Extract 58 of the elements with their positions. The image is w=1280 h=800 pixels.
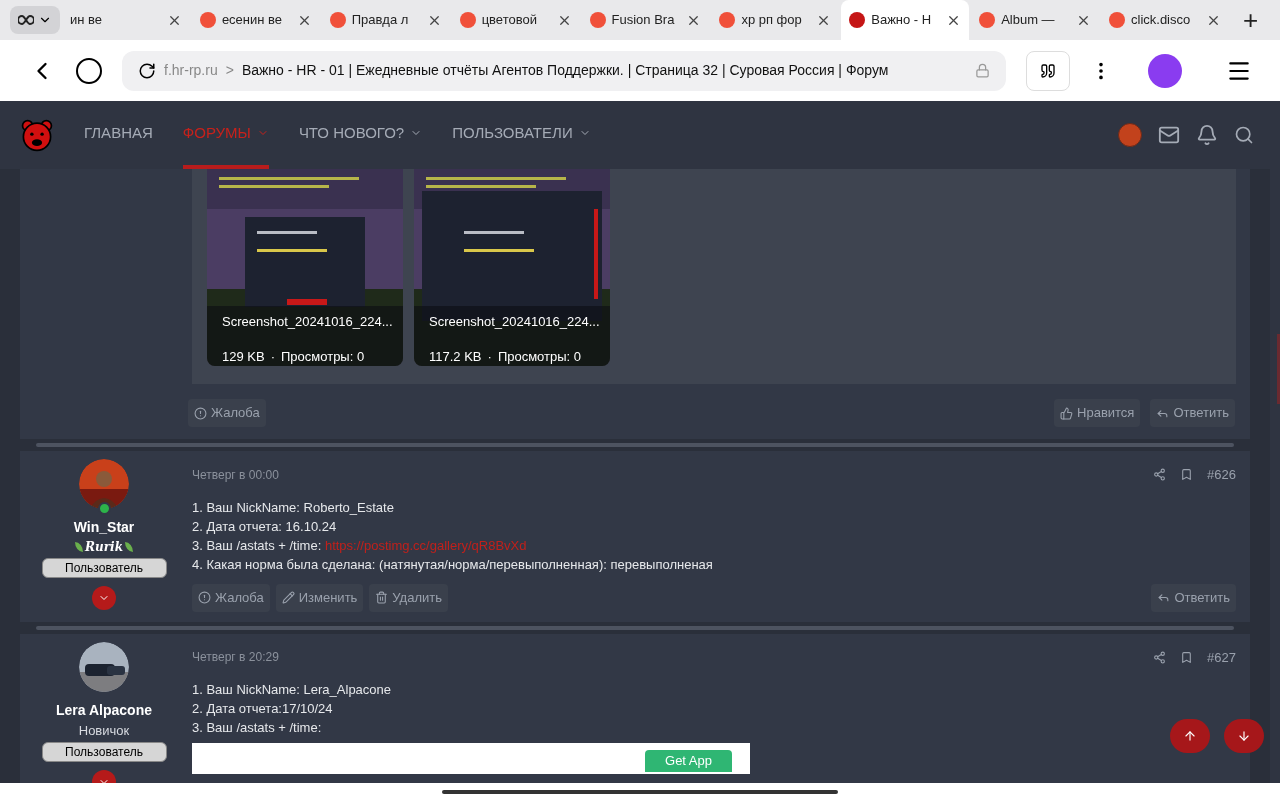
file-size: 117.2 KB [429,347,482,366]
post-line: 2. Дата отчета: 16.10.24 [192,517,337,536]
browser-tab[interactable]: есенин ве [191,0,320,40]
browser-tab[interactable]: цветовой [451,0,580,40]
username[interactable]: Lera Alpacone [56,699,152,721]
browser-tab[interactable]: ин ве [62,0,190,40]
tab-title: Album — [1001,11,1056,30]
username[interactable]: Win_Star [73,517,135,538]
browser-tab[interactable]: Правда л [321,0,450,40]
like-button[interactable]: Нравится [1054,399,1141,427]
reply-button[interactable]: Ответить [1150,399,1235,427]
attachment-card[interactable]: Screenshot_20241016_224... 129 KB · Просмотры: 0 [207,169,403,366]
nav-tab[interactable]: ГЛАВНАЯ [84,101,153,169]
tab-title: ин ве [70,11,104,30]
tab-title: хр рп фор [741,11,803,30]
tab-title: есенин ве [221,11,284,30]
edit-button[interactable]: Изменить [275,583,364,612]
view-count: Просмотры: 0 [281,347,365,366]
post-line: 1. Ваш NickName: Roberto_Estate [192,498,394,517]
user-title: Новичок [78,721,130,740]
tab-title: Важно - Н [871,11,933,30]
post-date[interactable]: Четверг в 00:00 [192,465,279,484]
tab-title: Fusion Bra [611,11,676,30]
post-date[interactable]: Четверг в 20:29 [192,648,279,667]
post-number[interactable]: #626 [1207,465,1236,485]
browser-tab[interactable]: Album — [971,0,1099,40]
dot-separator: · [270,347,275,366]
browser-tab[interactable]: Важно - Н [841,0,970,40]
attachment-card[interactable]: Screenshot_20241016_224... 117.2 KB · Просмотры: 0 [414,169,610,366]
file-size: 129 KB [222,347,265,366]
address-field[interactable]: f.hr-rp.ru > Важно - HR - 01 | Ежедневные отчёты Агентов Поддержки. | Страница 32 | Суровая Россия | Форум [122,50,1006,91]
delete-button[interactable]: Удалить [369,583,448,612]
new-tab-button[interactable]: + [1230,0,1271,40]
user-title: Rurik [85,539,123,556]
tab-title: цветовой [481,11,538,30]
browser-tab[interactable]: click.disco [1101,0,1229,40]
nav-tab[interactable]: ПОЛЬЗОВАТЕЛИ [452,101,591,169]
post-line: 3. Ваш /astats + /time: https://postimg.cc/gallery/qR8BvXd [192,536,527,555]
user-badge: Пользователь [41,742,167,762]
view-count: Просмотры: 0 [497,347,582,366]
post-line: 2. Дата отчета:17/10/24 [192,700,333,718]
browser-tab[interactable]: Fusion Bra [581,0,710,40]
report-button[interactable]: Жалоба [188,399,266,427]
user-badge: Пользователь [41,558,167,578]
post-number[interactable]: #627 [1207,647,1236,667]
nav-tab[interactable]: ЧТО НОВОГО? [298,101,423,169]
post-line: 1. Ваш NickName: Lera_Alpacone [192,681,392,699]
dot-separator: · [487,347,492,366]
post-line: 4. Какая норма была сделана: (натянутая/норма/перевыполненная): перевыполненая [192,555,713,574]
tab-title: click.disco [1131,11,1192,30]
post-line: 3. Ваш /astats + /time: [192,719,322,737]
reply-button[interactable]: Ответить [1151,583,1236,612]
page-title: Важно - HR - 01 | Ежедневные отчёты Агентов Поддержки. | Страница 32 | Суровая Россия | Форум [241,61,889,80]
browser-tab[interactable]: хр рп фор [711,0,840,40]
separator-text: > [225,61,234,80]
domain-text: f.hr-rp.ru [164,61,218,80]
tab-title: Правда л [351,11,410,30]
report-button[interactable]: Жалоба [192,583,270,612]
